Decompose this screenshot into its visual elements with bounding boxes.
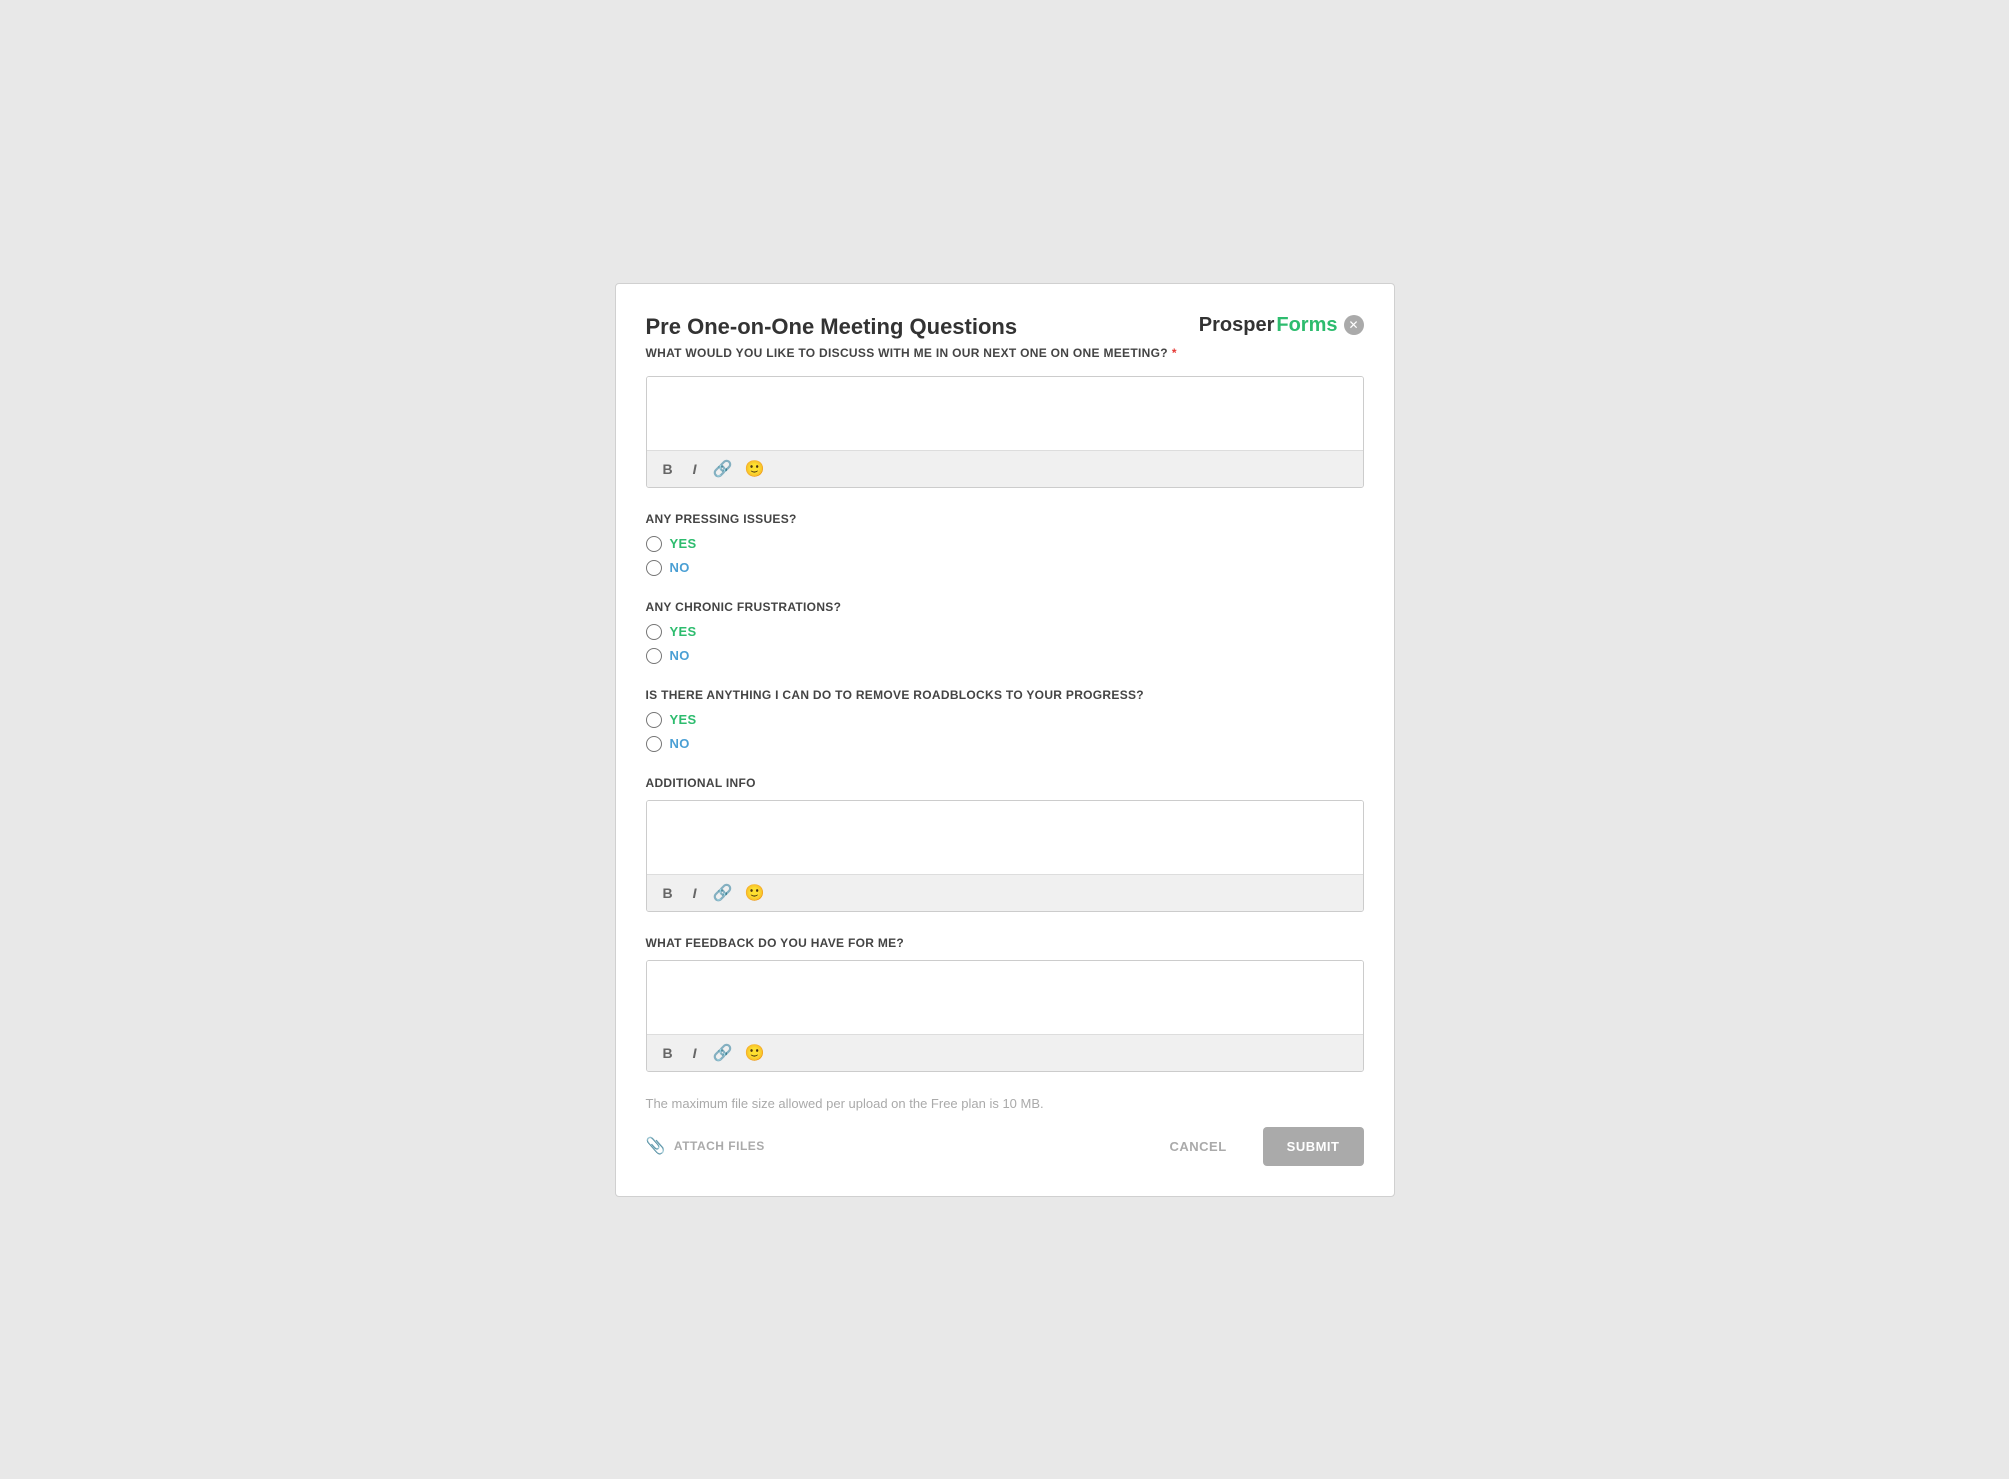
pressing-issues-no-option[interactable]: NO <box>646 560 1364 576</box>
discuss-bold-button[interactable]: B <box>659 459 677 479</box>
additional-info-section: ADDITIONAL INFO B I 🔗 🙂 <box>646 776 1364 912</box>
pressing-issues-yes-option[interactable]: YES <box>646 536 1364 552</box>
chronic-yes-option[interactable]: YES <box>646 624 1364 640</box>
brand-prosper: Prosper <box>1199 314 1275 337</box>
submit-button[interactable]: SUBMIT <box>1263 1127 1364 1166</box>
required-indicator: * <box>1172 346 1177 360</box>
brand-logo: Prosper Forms <box>1199 314 1338 337</box>
footer-actions: CANCEL SUBMIT <box>1153 1127 1363 1166</box>
feedback-richtext: B I 🔗 🙂 <box>646 960 1364 1072</box>
roadblocks-no-option[interactable]: NO <box>646 736 1364 752</box>
paperclip-icon: 📎 <box>646 1136 666 1156</box>
additional-info-richtext: B I 🔗 🙂 <box>646 800 1364 912</box>
roadblocks-radio-group: YES NO <box>646 712 1364 752</box>
chronic-yes-label: YES <box>670 624 697 639</box>
additional-info-toolbar: B I 🔗 🙂 <box>647 874 1363 911</box>
roadblocks-no-label: NO <box>670 736 690 751</box>
roadblocks-yes-option[interactable]: YES <box>646 712 1364 728</box>
pressing-issues-yes-radio[interactable] <box>646 536 662 552</box>
attach-files-button[interactable]: 📎 ATTACH FILES <box>646 1136 765 1156</box>
feedback-italic-button[interactable]: I <box>689 1043 701 1063</box>
chronic-no-radio[interactable] <box>646 648 662 664</box>
feedback-link-icon[interactable]: 🔗 <box>713 1043 733 1063</box>
pressing-issues-yes-label: YES <box>670 536 697 551</box>
feedback-label: WHAT FEEDBACK DO YOU HAVE FOR ME? <box>646 936 1364 950</box>
feedback-input[interactable] <box>647 961 1363 1029</box>
feedback-toolbar: B I 🔗 🙂 <box>647 1034 1363 1071</box>
form-header: Pre One-on-One Meeting Questions Prosper… <box>646 314 1364 340</box>
discuss-emoji-icon[interactable]: 🙂 <box>744 459 764 479</box>
logo-close-wrapper: Prosper Forms ✕ <box>1199 314 1364 337</box>
discuss-toolbar: B I 🔗 🙂 <box>647 450 1363 487</box>
brand-forms: Forms <box>1276 314 1337 337</box>
pressing-issues-label: ANY PRESSING ISSUES? <box>646 512 1364 526</box>
chronic-yes-radio[interactable] <box>646 624 662 640</box>
pressing-issues-no-label: NO <box>670 560 690 575</box>
discuss-input[interactable] <box>647 377 1363 445</box>
chronic-frustrations-label: ANY CHRONIC FRUSTRATIONS? <box>646 600 1364 614</box>
roadblocks-section: IS THERE ANYTHING I CAN DO TO REMOVE ROA… <box>646 688 1364 752</box>
additional-info-input[interactable] <box>647 801 1363 869</box>
form-title: Pre One-on-One Meeting Questions <box>646 314 1018 340</box>
additional-italic-button[interactable]: I <box>689 883 701 903</box>
additional-info-label: ADDITIONAL INFO <box>646 776 1364 790</box>
form-container: Pre One-on-One Meeting Questions Prosper… <box>615 283 1395 1197</box>
roadblocks-label: IS THERE ANYTHING I CAN DO TO REMOVE ROA… <box>646 688 1364 702</box>
discuss-section: B I 🔗 🙂 <box>646 376 1364 488</box>
form-footer: 📎 ATTACH FILES CANCEL SUBMIT <box>646 1127 1364 1166</box>
first-question-label: WHAT WOULD YOU LIKE TO DISCUSS WITH ME I… <box>646 346 1364 360</box>
pressing-issues-section: ANY PRESSING ISSUES? YES NO <box>646 512 1364 576</box>
chronic-frustrations-radio-group: YES NO <box>646 624 1364 664</box>
additional-link-icon[interactable]: 🔗 <box>713 883 733 903</box>
pressing-issues-no-radio[interactable] <box>646 560 662 576</box>
chronic-frustrations-section: ANY CHRONIC FRUSTRATIONS? YES NO <box>646 600 1364 664</box>
discuss-link-icon[interactable]: 🔗 <box>713 459 733 479</box>
pressing-issues-radio-group: YES NO <box>646 536 1364 576</box>
file-size-note: The maximum file size allowed per upload… <box>646 1096 1364 1111</box>
attach-files-label: ATTACH FILES <box>674 1139 765 1153</box>
discuss-richtext: B I 🔗 🙂 <box>646 376 1364 488</box>
discuss-italic-button[interactable]: I <box>689 459 701 479</box>
feedback-bold-button[interactable]: B <box>659 1043 677 1063</box>
feedback-section: WHAT FEEDBACK DO YOU HAVE FOR ME? B I 🔗 … <box>646 936 1364 1072</box>
roadblocks-yes-label: YES <box>670 712 697 727</box>
chronic-no-option[interactable]: NO <box>646 648 1364 664</box>
close-button[interactable]: ✕ <box>1344 315 1364 335</box>
additional-bold-button[interactable]: B <box>659 883 677 903</box>
roadblocks-yes-radio[interactable] <box>646 712 662 728</box>
roadblocks-no-radio[interactable] <box>646 736 662 752</box>
chronic-no-label: NO <box>670 648 690 663</box>
feedback-emoji-icon[interactable]: 🙂 <box>744 1043 764 1063</box>
additional-emoji-icon[interactable]: 🙂 <box>744 883 764 903</box>
cancel-button[interactable]: CANCEL <box>1153 1129 1242 1164</box>
